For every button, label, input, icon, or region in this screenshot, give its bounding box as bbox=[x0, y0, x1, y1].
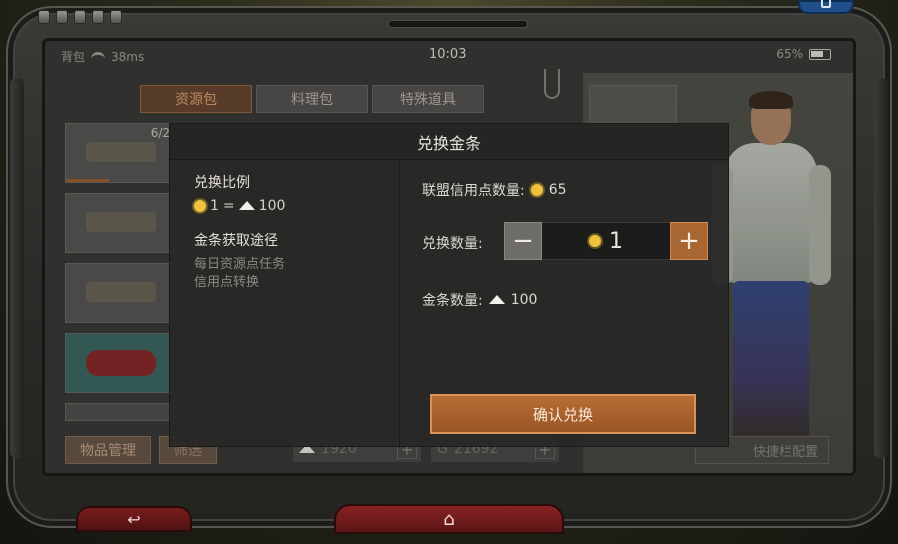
dialog-title: 兑换金条 bbox=[170, 124, 728, 160]
quantity-stepper: − 1 + bbox=[504, 222, 708, 260]
source-heading: 金条获取途径 bbox=[194, 233, 278, 249]
frame-side-left bbox=[10, 78, 24, 458]
top-menu-button[interactable] bbox=[798, 0, 854, 14]
credit-icon bbox=[530, 184, 543, 196]
decrease-button[interactable]: − bbox=[504, 222, 542, 260]
gold-icon bbox=[238, 200, 255, 210]
home-icon: ⌂ bbox=[443, 508, 455, 530]
credit-label: 联盟信用点数量: bbox=[422, 183, 525, 199]
source-line-2: 信用点转换 bbox=[194, 275, 260, 290]
credit-value: 65 bbox=[548, 182, 567, 198]
amount-label: 兑换数量: bbox=[422, 236, 483, 252]
credit-row: 联盟信用点数量: 65 bbox=[422, 180, 567, 200]
ratio-equals: = bbox=[222, 198, 235, 214]
frame-side-right bbox=[874, 78, 888, 458]
exchange-info: 兑换比例 1 = 100 金条获取途径 每日资源点任务 信用点转换 bbox=[170, 160, 400, 448]
credit-icon bbox=[589, 235, 601, 247]
credit-icon bbox=[194, 200, 206, 212]
exchange-ratio: 1 = 100 bbox=[194, 198, 399, 214]
confirm-exchange-button[interactable]: 确认兑换 bbox=[430, 394, 696, 434]
amount-row: 兑换数量: bbox=[422, 233, 483, 253]
gold-icon bbox=[488, 294, 505, 304]
back-arrow-icon: ↩ bbox=[127, 509, 141, 529]
gold-row: 金条数量: 100 bbox=[422, 290, 537, 310]
home-button[interactable]: ⌂ bbox=[334, 504, 564, 534]
exchange-form: 联盟信用点数量: 65 兑换数量: − 1 + 金条数量: 100 确认兑换 bbox=[400, 160, 730, 448]
source-line-1: 每日资源点任务 bbox=[194, 257, 286, 272]
ratio-heading: 兑换比例 bbox=[194, 175, 250, 191]
back-button[interactable]: ↩ bbox=[76, 506, 192, 532]
exchange-gold-dialog: 兑换金条 兑换比例 1 = 100 金条获取途径 每日资源点任务 信用点转换 联… bbox=[169, 123, 730, 448]
gold-value: 100 bbox=[510, 292, 538, 308]
ratio-gold: 100 bbox=[258, 198, 286, 214]
gold-label: 金条数量: bbox=[422, 293, 483, 309]
speaker-grille bbox=[388, 20, 528, 28]
quantity-value: 1 bbox=[609, 228, 623, 254]
ratio-credit: 1 bbox=[210, 198, 219, 214]
frame-bolts bbox=[38, 10, 122, 24]
increase-button[interactable]: + bbox=[670, 222, 708, 260]
exit-icon bbox=[821, 0, 831, 8]
quantity-display: 1 bbox=[542, 222, 670, 260]
device-screen: 背包 38ms 10:03 65% 资源包 料理包 特殊道具 6/2 物品管理 … bbox=[42, 38, 856, 476]
